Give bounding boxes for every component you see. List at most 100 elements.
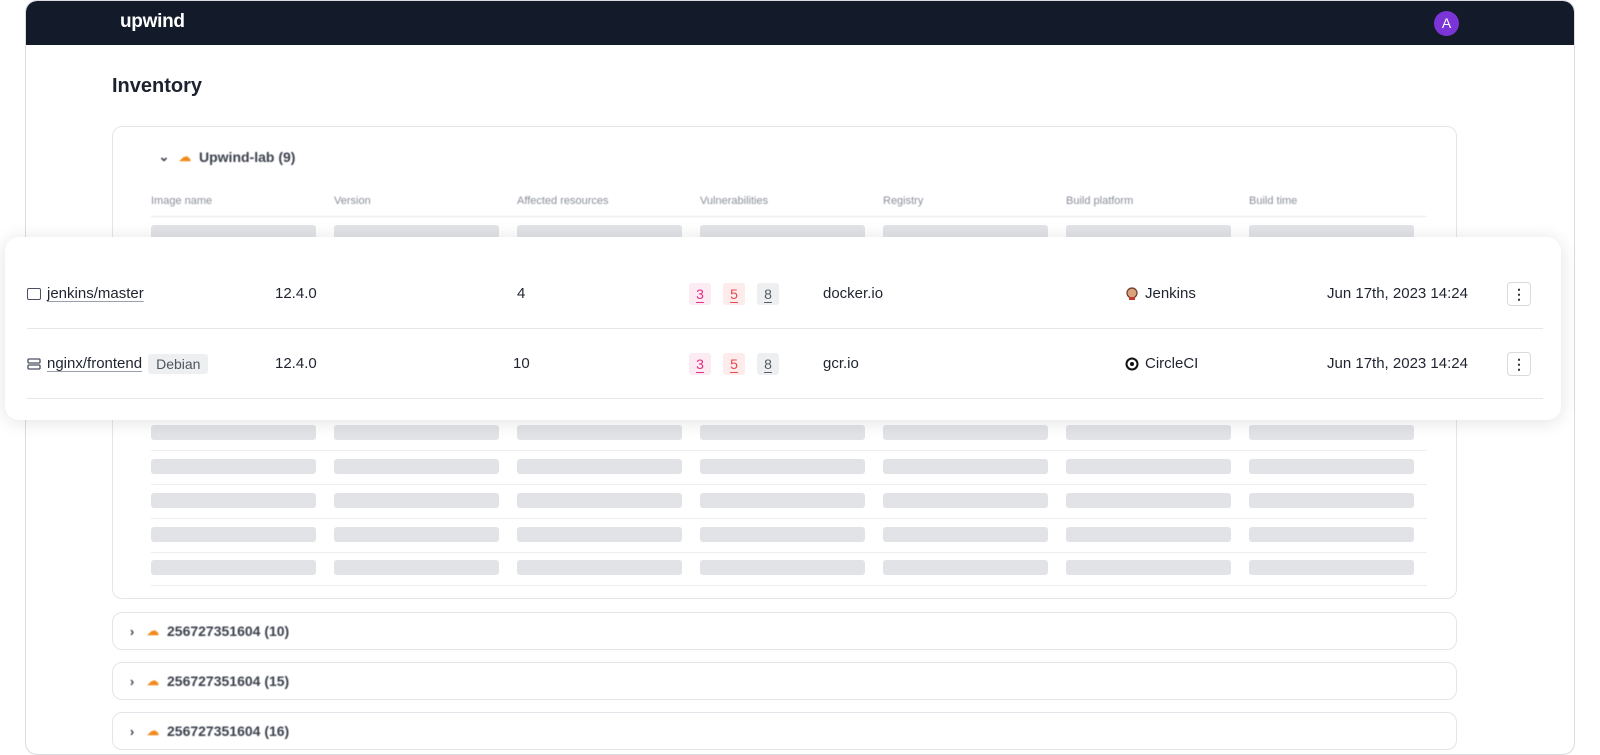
page-title: Inventory	[112, 75, 203, 97]
skeleton-placeholder	[1066, 527, 1231, 542]
medium-vuln-count[interactable]: 8	[757, 352, 779, 375]
vulnerabilities-cell: 3 5 8	[689, 329, 791, 398]
group-card-collapsed[interactable]: › ☁ 256727351604 (16)	[112, 712, 1457, 750]
build-platform-cell: Jenkins	[1125, 259, 1196, 328]
skeleton-placeholder	[151, 527, 316, 542]
chevron-right-icon[interactable]: ›	[125, 674, 139, 689]
skeleton-placeholder	[517, 425, 682, 440]
skeleton-row	[151, 519, 1427, 553]
skeleton-row	[151, 485, 1427, 519]
circleci-icon	[1125, 357, 1139, 370]
skeleton-row	[151, 451, 1427, 485]
user-avatar[interactable]: A	[1434, 11, 1459, 36]
image-link[interactable]: jenkins/master	[47, 285, 144, 302]
skeleton-placeholder	[517, 493, 682, 508]
skeleton-placeholder	[334, 560, 499, 575]
group-label: 256727351604 (16)	[167, 723, 290, 739]
skeleton-placeholder	[1066, 493, 1231, 508]
cloud-icon: ☁	[147, 724, 159, 738]
column-header-vulnerabilities[interactable]: Vulnerabilities	[700, 195, 768, 207]
skeleton-placeholder	[700, 527, 865, 542]
vulnerabilities-cell: 3 5 8	[689, 259, 791, 328]
image-name-cell: jenkins/master	[27, 259, 144, 328]
skeleton-placeholder	[700, 425, 865, 440]
build-platform-cell: CircleCI	[1125, 329, 1198, 398]
upwind-logo[interactable]: upwind	[120, 11, 185, 33]
group-header[interactable]: › ☁ 256727351604 (10)	[125, 623, 289, 639]
skeleton-placeholder	[883, 459, 1048, 474]
group-header[interactable]: › ☁ 256727351604 (16)	[125, 723, 289, 739]
table-header: Image name Version Affected resources Vu…	[151, 195, 1427, 217]
affected-resources-cell: 4	[517, 285, 526, 302]
build-platform-label: CircleCI	[1145, 355, 1199, 372]
chevron-down-icon[interactable]: ⌄	[157, 149, 171, 165]
skeleton-placeholder	[334, 527, 499, 542]
critical-vuln-count[interactable]: 3	[689, 282, 711, 305]
skeleton-placeholder	[1249, 459, 1414, 474]
chevron-right-icon[interactable]: ›	[125, 724, 139, 739]
row-menu-button[interactable]: ⋮	[1507, 352, 1531, 376]
skeleton-placeholder	[151, 459, 316, 474]
skeleton-placeholder	[334, 425, 499, 440]
group-header[interactable]: ⌄ ☁ Upwind-lab (9)	[157, 149, 296, 165]
column-header-version[interactable]: Version	[334, 195, 371, 207]
server-icon	[27, 357, 41, 370]
group-card-collapsed[interactable]: › ☁ 256727351604 (15)	[112, 662, 1457, 700]
chevron-right-icon[interactable]: ›	[125, 624, 139, 639]
version-cell: 12.4.0	[275, 285, 317, 302]
column-header-build-platform[interactable]: Build platform	[1066, 195, 1133, 207]
registry-cell: docker.io	[823, 285, 884, 302]
group-label: 256727351604 (10)	[167, 623, 290, 639]
skeleton-placeholder	[700, 459, 865, 474]
skeleton-placeholder	[1066, 560, 1231, 575]
skeleton-placeholder	[700, 560, 865, 575]
group-label: 256727351604 (15)	[167, 673, 290, 689]
container-image-icon	[27, 287, 41, 300]
skeleton-placeholder	[151, 425, 316, 440]
skeleton-placeholder	[1249, 560, 1414, 575]
high-vuln-count[interactable]: 5	[723, 352, 745, 375]
skeleton-placeholder	[1249, 425, 1414, 440]
column-header-image-name[interactable]: Image name	[151, 195, 212, 207]
table-row[interactable]: jenkins/master 12.4.0 4 3 5 8 docker.io …	[27, 259, 1543, 329]
skeleton-placeholder	[700, 493, 865, 508]
image-link[interactable]: nginx/frontend	[47, 355, 142, 372]
skeleton-placeholder	[151, 493, 316, 508]
column-header-affected-resources[interactable]: Affected resources	[517, 195, 609, 207]
group-header[interactable]: › ☁ 256727351604 (15)	[125, 673, 289, 689]
skeleton-row	[151, 417, 1427, 451]
highlighted-rows-panel: jenkins/master 12.4.0 4 3 5 8 docker.io …	[5, 237, 1561, 420]
skeleton-placeholder	[517, 459, 682, 474]
skeleton-placeholder	[334, 493, 499, 508]
skeleton-placeholder	[883, 560, 1048, 575]
os-tag: Debian	[148, 353, 209, 374]
group-label: Upwind-lab (9)	[199, 149, 296, 165]
column-header-build-time[interactable]: Build time	[1249, 195, 1297, 207]
affected-resources-cell: 10	[513, 355, 530, 372]
skeleton-placeholder	[1249, 527, 1414, 542]
image-name-cell: nginx/frontend Debian	[27, 329, 209, 398]
top-navbar: upwind A	[26, 1, 1574, 45]
build-platform-label: Jenkins	[1145, 285, 1196, 302]
medium-vuln-count[interactable]: 8	[757, 282, 779, 305]
high-vuln-count[interactable]: 5	[723, 282, 745, 305]
build-time-cell: Jun 17th, 2023 14:24	[1327, 285, 1468, 302]
skeleton-placeholder	[334, 459, 499, 474]
row-menu-button[interactable]: ⋮	[1507, 282, 1531, 306]
skeleton-placeholder	[883, 493, 1048, 508]
skeleton-placeholder	[517, 560, 682, 575]
cloud-icon: ☁	[147, 624, 159, 638]
cloud-icon: ☁	[179, 150, 191, 164]
registry-cell: gcr.io	[823, 355, 859, 372]
skeleton-placeholder	[1066, 459, 1231, 474]
column-header-registry[interactable]: Registry	[883, 195, 923, 207]
table-row[interactable]: nginx/frontend Debian 12.4.0 10 3 5 8 gc…	[27, 329, 1543, 399]
critical-vuln-count[interactable]: 3	[689, 352, 711, 375]
cloud-icon: ☁	[147, 674, 159, 688]
skeleton-placeholder	[883, 527, 1048, 542]
build-time-cell: Jun 17th, 2023 14:24	[1327, 355, 1468, 372]
skeleton-row	[151, 552, 1427, 586]
version-cell: 12.4.0	[275, 355, 317, 372]
group-card-collapsed[interactable]: › ☁ 256727351604 (10)	[112, 612, 1457, 650]
skeleton-placeholder	[1066, 425, 1231, 440]
